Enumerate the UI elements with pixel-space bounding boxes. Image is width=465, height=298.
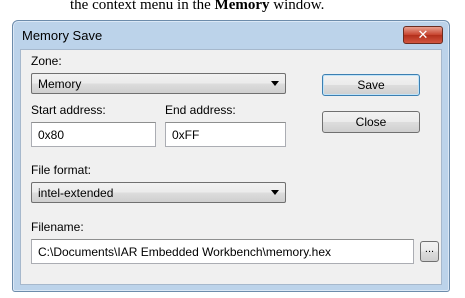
start-address-value: 0x80 [38, 128, 65, 142]
end-address-field[interactable]: 0xFF [165, 122, 286, 147]
zone-label: Zone: [31, 54, 62, 68]
end-address-label: End address: [165, 103, 236, 117]
document-caption: the context menu in the Memory window. [0, 0, 465, 20]
filename-field[interactable]: C:\Documents\IAR Embedded Workbench\memo… [31, 239, 414, 264]
filename-value: C:\Documents\IAR Embedded Workbench\memo… [38, 245, 332, 259]
caption-suffix: window. [269, 0, 325, 13]
close-icon: ✕ [417, 27, 429, 42]
browse-label: ... [424, 243, 435, 255]
close-button-label: Close [355, 115, 387, 129]
chevron-down-icon [271, 81, 279, 86]
save-button[interactable]: Save [322, 74, 420, 96]
browse-button[interactable]: ... [420, 241, 439, 262]
file-format-select-value: intel-extended [38, 186, 114, 200]
end-address-value: 0xFF [172, 128, 200, 142]
save-button-label: Save [357, 78, 385, 92]
caption-prefix: the context menu in the [70, 0, 215, 13]
zone-select-value: Memory [38, 77, 82, 91]
memory-save-dialog: Memory Save ✕ Zone: Memory Start address… [12, 20, 450, 292]
dialog-title: Memory Save [22, 28, 103, 43]
close-button[interactable]: Close [322, 111, 420, 133]
title-bar[interactable]: Memory Save ✕ [13, 21, 449, 48]
dialog-body: Zone: Memory Start address: 0x80 End add… [20, 49, 442, 285]
file-format-select[interactable]: intel-extended [31, 182, 286, 203]
caption-text: the context menu in the Memory window. [70, 0, 324, 14]
zone-select[interactable]: Memory [31, 73, 286, 94]
close-window-button[interactable]: ✕ [403, 26, 443, 44]
chevron-down-icon [271, 190, 279, 195]
caption-bold: Memory [214, 0, 270, 13]
start-address-field[interactable]: 0x80 [31, 122, 156, 147]
filename-label: Filename: [31, 220, 84, 234]
file-format-label: File format: [31, 163, 92, 177]
start-address-label: Start address: [31, 103, 106, 117]
